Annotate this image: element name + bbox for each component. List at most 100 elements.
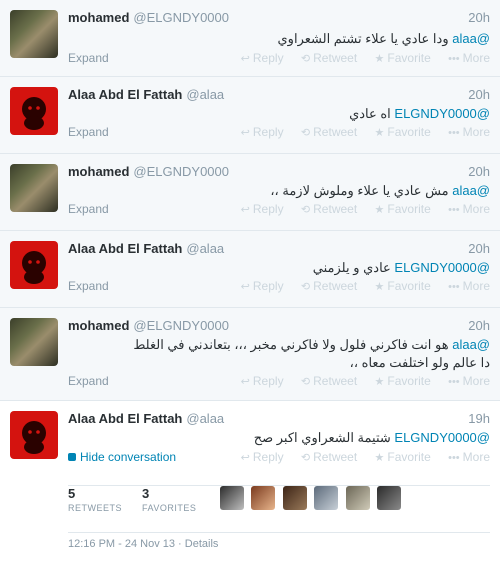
user-handle[interactable]: @alaa — [186, 411, 224, 426]
reply-button[interactable]: ↩ Reply — [241, 202, 284, 216]
more-button[interactable]: ••• More — [448, 450, 490, 464]
retweet-icon: ⟲ — [300, 53, 311, 65]
avatar[interactable] — [10, 318, 58, 366]
retweets-count: 5 — [68, 486, 76, 501]
mention-link[interactable]: @alaa — [452, 31, 490, 46]
timestamp[interactable]: 20h — [468, 164, 490, 179]
mention-link[interactable]: @alaa — [452, 337, 490, 352]
timestamp[interactable]: 19h — [468, 411, 490, 426]
tweet-text: @ELGNDY0000 اه عادي — [349, 106, 490, 121]
tweet-text: @alaa هو انت فاكرني فلول ولا فاكرني مخبر… — [133, 337, 490, 352]
reply-button[interactable]: ↩ Reply — [241, 450, 284, 464]
user-name[interactable]: mohamed — [68, 318, 129, 333]
more-button[interactable]: ••• More — [448, 51, 490, 65]
reply-icon: ↩ — [240, 376, 250, 388]
expand-link[interactable]: Expand — [68, 51, 109, 65]
user-handle[interactable]: @ELGNDY0000 — [133, 164, 229, 179]
tweet-header: mohamed @ELGNDY0000 20h — [68, 10, 490, 28]
star-icon: ★ — [374, 127, 385, 139]
timestamp[interactable]: 20h — [468, 318, 490, 333]
mention-link[interactable]: @ELGNDY0000 — [394, 106, 490, 121]
user-name[interactable]: Alaa Abd El Fattah — [68, 87, 182, 102]
avatar[interactable] — [10, 164, 58, 212]
retweet-button[interactable]: ⟲ Retweet — [301, 125, 357, 139]
engager-avatar[interactable] — [251, 486, 276, 510]
reply-button[interactable]: ↩ Reply — [241, 125, 284, 139]
avatar[interactable] — [10, 10, 58, 58]
more-icon: ••• — [448, 281, 460, 293]
star-icon: ★ — [374, 53, 385, 65]
user-handle[interactable]: @ELGNDY0000 — [133, 318, 229, 333]
tweet-5[interactable]: mohamed @ELGNDY0000 20h @alaa هو انت فاكر… — [0, 308, 500, 401]
hide-conversation-link[interactable]: Hide conversation — [68, 450, 176, 464]
favorite-button[interactable]: ★ Favorite — [375, 450, 431, 464]
more-button[interactable]: ••• More — [448, 125, 490, 139]
more-button[interactable]: ••• More — [448, 202, 490, 216]
more-button[interactable]: ••• More — [448, 279, 490, 293]
reply-button[interactable]: ↩ Reply — [241, 51, 284, 65]
favorite-button[interactable]: ★ Favorite — [375, 374, 431, 388]
favorites-stat[interactable]: 3 FAVORITES — [142, 486, 196, 513]
expand-link[interactable]: Expand — [68, 279, 109, 293]
engager-avatar[interactable] — [377, 486, 402, 510]
favorite-button[interactable]: ★ Favorite — [375, 125, 431, 139]
reply-icon: ↩ — [240, 452, 250, 464]
timestamp[interactable]: 20h — [468, 241, 490, 256]
favorite-button[interactable]: ★ Favorite — [375, 51, 431, 65]
tweet-3[interactable]: mohamed @ELGNDY0000 20h @alaa مش عادي يا … — [0, 154, 500, 231]
retweet-icon: ⟲ — [300, 281, 311, 293]
reply-button[interactable]: ↩ Reply — [241, 279, 284, 293]
tweet-actions: ↩ Reply ⟲ Retweet ★ Favorite ••• More — [227, 374, 490, 388]
user-handle[interactable]: @alaa — [186, 241, 224, 256]
mention-link[interactable]: @ELGNDY0000 — [394, 260, 490, 275]
favorite-button[interactable]: ★ Favorite — [375, 279, 431, 293]
engager-avatar[interactable] — [345, 486, 370, 510]
avatar[interactable] — [10, 241, 58, 289]
more-icon: ••• — [448, 53, 460, 65]
engager-avatar[interactable] — [220, 486, 244, 510]
user-name[interactable]: Alaa Abd El Fattah — [68, 411, 182, 426]
tweet-1[interactable]: mohamed @ELGNDY0000 20h @alaa ودا عادي يا… — [0, 0, 500, 77]
tweet-stats: 5 RETWEETS 3 FAVORITES — [68, 485, 490, 533]
tweet-header: Alaa Abd El Fattah @alaa 19h — [68, 411, 490, 429]
retweet-button[interactable]: ⟲ Retweet — [301, 51, 357, 65]
expand-link[interactable]: Expand — [68, 374, 109, 388]
retweets-stat[interactable]: 5 RETWEETS — [68, 486, 122, 513]
retweet-button[interactable]: ⟲ Retweet — [301, 450, 357, 464]
tweet-header: mohamed @ELGNDY0000 20h — [68, 164, 490, 182]
avatar[interactable] — [10, 87, 58, 135]
mention-link[interactable]: @ELGNDY0000 — [394, 430, 490, 445]
tweet-timestamp-details[interactable]: 12:16 PM - 24 Nov 13 · Details — [68, 538, 218, 550]
user-handle[interactable]: @alaa — [186, 87, 224, 102]
tweet-actions: ↩ Reply ⟲ Retweet ★ Favorite ••• More — [227, 450, 490, 464]
engager-avatar[interactable] — [314, 486, 339, 510]
expand-link[interactable]: Expand — [68, 202, 109, 216]
tweet-2[interactable]: Alaa Abd El Fattah @alaa 20h @ELGNDY0000 … — [0, 77, 500, 154]
retweet-button[interactable]: ⟲ Retweet — [301, 202, 357, 216]
more-button[interactable]: ••• More — [448, 374, 490, 388]
tweet-4[interactable]: Alaa Abd El Fattah @alaa 20h @ELGNDY0000 … — [0, 231, 500, 308]
engager-avatar[interactable] — [282, 486, 307, 510]
user-name[interactable]: mohamed — [68, 10, 129, 25]
mention-link[interactable]: @alaa — [452, 183, 490, 198]
avatar[interactable] — [10, 411, 58, 459]
more-icon: ••• — [448, 127, 460, 139]
timestamp[interactable]: 20h — [468, 10, 490, 25]
user-name[interactable]: mohamed — [68, 164, 129, 179]
tweet-text: @ELGNDY0000 عادي و يلزمني — [312, 260, 490, 275]
tweet-header: Alaa Abd El Fattah @alaa 20h — [68, 87, 490, 105]
user-handle[interactable]: @ELGNDY0000 — [133, 10, 229, 25]
timestamp[interactable]: 20h — [468, 87, 490, 102]
reply-button[interactable]: ↩ Reply — [241, 374, 284, 388]
retweet-icon: ⟲ — [300, 204, 311, 216]
retweets-label: RETWEETS — [68, 503, 123, 513]
user-name[interactable]: Alaa Abd El Fattah — [68, 241, 182, 256]
favorite-button[interactable]: ★ Favorite — [375, 202, 431, 216]
retweet-button[interactable]: ⟲ Retweet — [301, 279, 357, 293]
star-icon: ★ — [374, 204, 385, 216]
tweet-text: @ELGNDY0000 شتيمة الشعراوي اكبر صح — [253, 430, 490, 445]
reply-icon: ↩ — [240, 281, 250, 293]
expand-link[interactable]: Expand — [68, 125, 109, 139]
retweet-button[interactable]: ⟲ Retweet — [301, 374, 357, 388]
more-icon: ••• — [448, 376, 460, 388]
